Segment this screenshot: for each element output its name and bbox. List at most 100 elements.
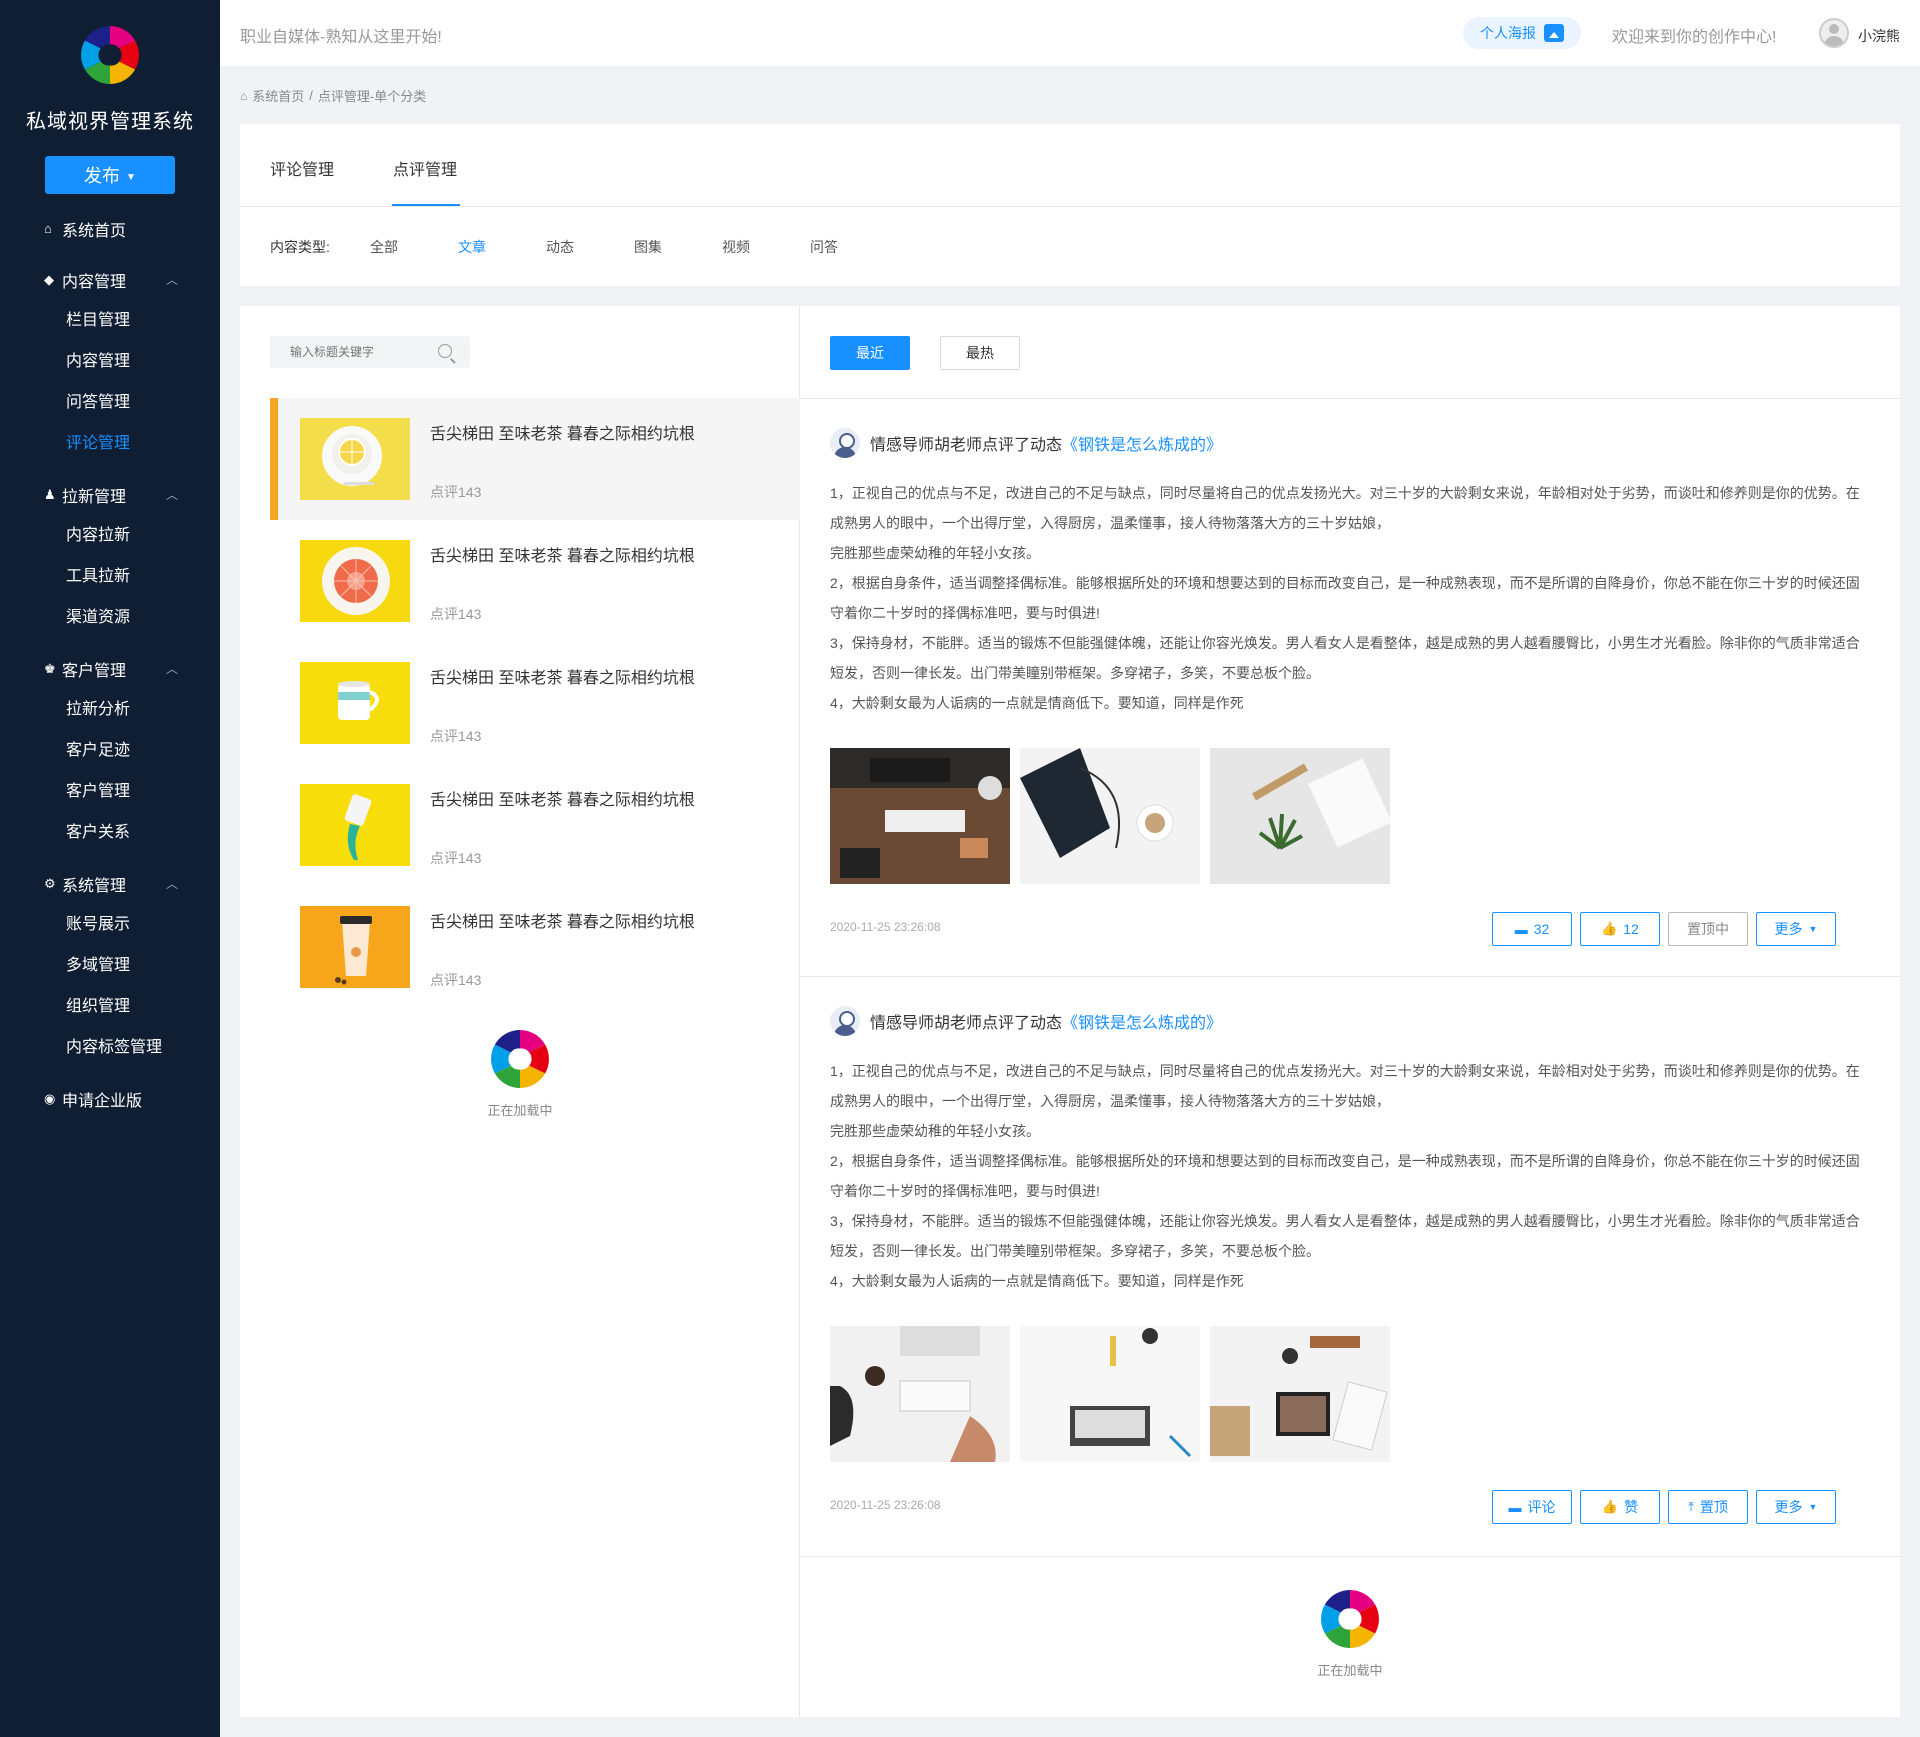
review-body: 1，正视自己的优点与不足，改进自己的不足与缺点，同时尽量将自己的优点发扬光大。对… <box>830 1056 1870 1296</box>
chevron-up-icon: ︿ <box>165 273 178 287</box>
review-target-link[interactable]: 《钢铁是怎么炼成的》 <box>1062 431 1222 455</box>
review-card: 情感导师胡老师点评了动态 《钢铁是怎么炼成的》 1，正视自己的优点与不足，改进自己… <box>830 1006 1870 1530</box>
comment-button[interactable]: ▬ 32 <box>1492 912 1572 946</box>
sidebar-item-tool-acquisition[interactable]: 工具拉新 <box>0 556 220 597</box>
review-paragraph: 完胜那些虚荣幼稚的年轻小女孩。 <box>830 545 1040 561</box>
sidebar-group-system[interactable]: ⚙ 系统管理 ︿ <box>0 863 220 904</box>
search-icon[interactable] <box>438 344 452 358</box>
like-button[interactable]: 👍 12 <box>1580 912 1660 946</box>
sidebar-item-content[interactable]: 内容管理 <box>0 341 220 382</box>
thumbs-up-icon: 👍 <box>1601 1499 1619 1514</box>
comment-count: 32 <box>1533 921 1550 937</box>
sidebar-item-enterprise[interactable]: ◉ 申请企业版 <box>0 1078 220 1119</box>
list-item[interactable]: 舌尖梯田 至味老茶 暮春之际相约坑根 点评143 <box>270 642 800 764</box>
review-target-link[interactable]: 《钢铁是怎么炼成的》 <box>1062 1009 1222 1033</box>
review-time: 2020-11-25 23:26:08 <box>830 920 941 934</box>
sidebar-item-qa[interactable]: 问答管理 <box>0 382 220 423</box>
filter-option-dynamic[interactable]: 动态 <box>546 237 574 257</box>
pinned-button[interactable]: 置顶中 <box>1668 912 1748 946</box>
user-plus-icon: ♟ <box>44 486 56 502</box>
like-label: 赞 <box>1624 1499 1639 1515</box>
sidebar-group-label: 拉新管理 <box>62 488 127 506</box>
publish-button[interactable]: 发布 ▼ <box>45 156 175 194</box>
poster-label: 个人海报 <box>1480 25 1536 41</box>
breadcrumb-current: 点评管理-单个分类 <box>317 89 427 104</box>
sidebar-item-content-tags[interactable]: 内容标签管理 <box>0 1027 220 1068</box>
sort-recent-button[interactable]: 最近 <box>830 336 910 370</box>
sidebar-item-content-acquisition[interactable]: 内容拉新 <box>0 515 220 556</box>
review-image[interactable] <box>1020 1326 1200 1462</box>
sidebar-item-accounts[interactable]: 账号展示 <box>0 904 220 945</box>
filter-option-all[interactable]: 全部 <box>370 237 398 257</box>
sidebar-item-customer-footprint[interactable]: 客户足迹 <box>0 730 220 771</box>
chevron-up-icon: ︿ <box>165 662 178 676</box>
review-images <box>830 748 1870 884</box>
sidebar-nav: ⌂ 系统首页 ◆ 内容管理 ︿ 栏目管理 内容管理 问答管理 评论管理 ♟ 拉新管理 ︿ … <box>0 208 220 1119</box>
sidebar-item-customer-relations[interactable]: 客户关系 <box>0 812 220 853</box>
list-item[interactable]: 舌尖梯田 至味老茶 暮春之际相约坑根 点评143 <box>270 886 800 1008</box>
main-card: 舌尖梯田 至味老茶 暮春之际相约坑根 点评143 舌尖梯田 至味老茶 暮春之际相… <box>240 306 1900 1717</box>
review-header: 情感导师胡老师点评了动态 《钢铁是怎么炼成的》 <box>830 428 1870 458</box>
chevron-up-icon: ︿ <box>165 488 178 502</box>
pin-label: 置顶中 <box>1687 921 1729 937</box>
username[interactable]: 小浣熊 <box>1858 26 1900 46</box>
welcome-text: 欢迎来到你的创作中心! <box>1612 29 1777 46</box>
review-image[interactable] <box>830 1326 1010 1462</box>
thumbs-up-icon: 👍 <box>1601 921 1618 936</box>
divider <box>800 398 1900 399</box>
sidebar-item-column[interactable]: 栏目管理 <box>0 300 220 341</box>
divider <box>800 1556 1900 1557</box>
sidebar-item-acquisition-analysis[interactable]: 拉新分析 <box>0 689 220 730</box>
more-button[interactable]: 更多 ▼ <box>1756 1490 1836 1524</box>
review-image[interactable] <box>1210 748 1390 884</box>
loading-indicator: 正在加载中 <box>470 1026 570 1119</box>
review-paragraph: 完胜那些虚荣幼稚的年轻小女孩。 <box>830 1123 1040 1139</box>
avatar[interactable] <box>1819 18 1849 48</box>
sidebar-item-home[interactable]: ⌂ 系统首页 <box>0 208 220 249</box>
more-button[interactable]: 更多 ▼ <box>1756 912 1836 946</box>
like-button[interactable]: 👍 赞 <box>1580 1490 1660 1524</box>
sidebar-item-channels[interactable]: 渠道资源 <box>0 597 220 638</box>
tab-comment-management[interactable]: 评论管理 <box>270 156 334 180</box>
comment-icon: ▬ <box>1508 1499 1522 1515</box>
sidebar-item-domains[interactable]: 多域管理 <box>0 945 220 986</box>
comment-button[interactable]: ▬ 评论 <box>1492 1490 1572 1524</box>
pin-button[interactable]: ⤒ 置顶 <box>1668 1490 1748 1524</box>
filter-option-gallery[interactable]: 图集 <box>634 237 662 257</box>
review-card: 情感导师胡老师点评了动态 《钢铁是怎么炼成的》 1，正视自己的优点与不足，改进自己… <box>830 428 1870 952</box>
list-item[interactable]: 舌尖梯田 至味老茶 暮春之际相约坑根 点评143 <box>270 764 800 886</box>
sidebar-item-organization[interactable]: 组织管理 <box>0 986 220 1027</box>
review-paragraph: 3，保持身材，不能胖。适当的锻炼不但能强健体魄，还能让你容光焕发。男人看女人是看… <box>830 635 1860 681</box>
personal-poster-button[interactable]: 个人海报 <box>1463 17 1581 49</box>
content-type-filter: 内容类型: 全部 文章 动态 图集 视频 问答 <box>240 207 1900 286</box>
sidebar-group-customers[interactable]: ♚ 客户管理 ︿ <box>0 648 220 689</box>
review-paragraph: 2，根据自身条件，适当调整择偶标准。能够根据所处的环境和想要达到的目标而改变自己… <box>830 1153 1860 1199</box>
sidebar-item-comments[interactable]: 评论管理 <box>0 423 220 464</box>
review-image[interactable] <box>830 748 1010 884</box>
sidebar-group-label: 内容管理 <box>62 273 127 291</box>
top-header: 职业自媒体-熟知从这里开始! 个人海报 欢迎来到你的创作中心! 小浣熊 <box>220 0 1920 66</box>
item-title: 舌尖梯田 至味老茶 暮春之际相约坑根 <box>430 426 695 443</box>
list-item[interactable]: 舌尖梯田 至味老茶 暮春之际相约坑根 点评143 <box>270 398 800 520</box>
more-label: 更多 <box>1774 921 1803 937</box>
loading-spinner-icon <box>491 1029 549 1089</box>
filter-option-article[interactable]: 文章 <box>458 237 486 257</box>
sort-hot-button[interactable]: 最热 <box>940 336 1020 370</box>
list-item[interactable]: 舌尖梯田 至味老茶 暮春之际相约坑根 点评143 <box>270 520 800 642</box>
review-image[interactable] <box>1020 748 1200 884</box>
breadcrumb-home[interactable]: 系统首页 <box>252 86 304 105</box>
review-footer: 2020-11-25 23:26:08 ▬ 评论 👍 赞 ⤒ 置顶 更多 ▼ <box>830 1490 1870 1530</box>
sidebar-item-customer-management[interactable]: 客户管理 <box>0 771 220 812</box>
home-icon: ⌂ <box>240 88 248 103</box>
sidebar-group-content[interactable]: ◆ 内容管理 ︿ <box>0 259 220 300</box>
sidebar-group-acquisition[interactable]: ♟ 拉新管理 ︿ <box>0 474 220 515</box>
tab-review-management[interactable]: 点评管理 <box>393 156 457 180</box>
more-label: 更多 <box>1774 1499 1803 1515</box>
review-author-action: 情感导师胡老师点评了动态 <box>870 437 1063 454</box>
filter-option-video[interactable]: 视频 <box>722 237 750 257</box>
review-image[interactable] <box>1210 1326 1390 1462</box>
caret-down-icon: ▼ <box>1808 1502 1818 1512</box>
review-paragraph: 3，保持身材，不能胖。适当的锻炼不但能强健体魄，还能让你容光焕发。男人看女人是看… <box>830 1213 1860 1259</box>
filter-option-qa[interactable]: 问答 <box>810 237 838 257</box>
loading-text: 正在加载中 <box>487 1103 553 1118</box>
